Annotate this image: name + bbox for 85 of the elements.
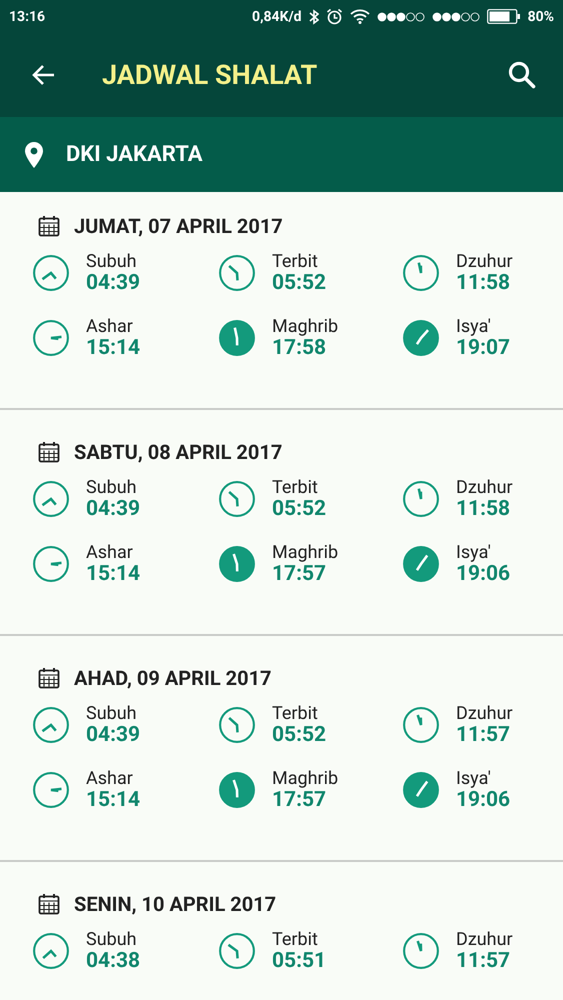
- prayer-name: Isya': [456, 542, 492, 563]
- battery-icon: [486, 9, 521, 24]
- date-heading: JUMAT, 07 APRIL 2017: [74, 214, 283, 238]
- signal-icon: [432, 12, 480, 22]
- prayer-time: 04:39: [86, 498, 140, 521]
- status-time: 13:16: [9, 8, 46, 24]
- signal-icon: [376, 12, 425, 22]
- prayer-name: Dzuhur: [456, 478, 513, 498]
- clock-icon: [32, 319, 70, 358]
- clock-icon: [402, 319, 440, 358]
- bluetooth-icon: [308, 8, 319, 24]
- clock-icon: [32, 254, 70, 292]
- prayer-name: Isya': [456, 768, 492, 789]
- prayer-time: 11:57: [456, 950, 512, 973]
- clock-icon: [402, 771, 440, 810]
- location-name: DKI JAKARTA: [66, 142, 203, 167]
- clock-icon: [402, 932, 440, 970]
- calendar-icon: [38, 215, 60, 237]
- clock-icon: [402, 706, 440, 744]
- prayer-time: 05:52: [272, 724, 326, 747]
- screen-title: JADWAL SHALAT: [102, 59, 318, 91]
- prayer-time: 17:57: [272, 562, 326, 586]
- prayer-time: 17:57: [272, 788, 326, 812]
- clock-icon: [218, 480, 256, 518]
- prayer-time: 05:52: [272, 498, 326, 521]
- prayer-name: Ashar: [86, 542, 134, 563]
- prayer-time: 11:58: [456, 272, 512, 295]
- clock-icon: [218, 254, 256, 292]
- clock-icon: [32, 545, 70, 584]
- prayer-name: Subuh: [86, 478, 138, 498]
- prayer-name: Subuh: [86, 252, 138, 272]
- prayer-name: Ashar: [86, 316, 134, 337]
- clock-icon: [32, 706, 70, 744]
- date-heading: AHAD, 09 APRIL 2017: [74, 666, 272, 690]
- clock-icon: [402, 480, 440, 518]
- prayer-time: 17:58: [272, 336, 326, 360]
- network-speed: 0,84K/d: [252, 8, 302, 24]
- search-icon: [507, 60, 537, 90]
- prayer-time: 05:52: [272, 272, 326, 295]
- clock-icon: [218, 706, 256, 744]
- prayer-name: Terbit: [272, 930, 319, 950]
- clock-icon: [402, 545, 440, 584]
- prayer-name: Dzuhur: [456, 930, 513, 950]
- clock-icon: [32, 480, 70, 518]
- prayer-time: 19:06: [456, 562, 510, 586]
- prayer-name: Maghrib: [272, 768, 338, 789]
- prayer-name: Maghrib: [272, 316, 338, 337]
- location-pin-icon: [24, 140, 44, 168]
- prayer-time: 05:51: [272, 950, 326, 973]
- prayer-name: Subuh: [86, 704, 138, 724]
- calendar-icon: [38, 667, 60, 689]
- clock-icon: [218, 545, 256, 584]
- prayer-name: Isya': [456, 316, 492, 337]
- clock-icon: [32, 932, 70, 970]
- calendar-icon: [38, 441, 60, 463]
- calendar-icon: [38, 893, 60, 915]
- prayer-time: 11:57: [456, 724, 512, 747]
- prayer-time: 15:14: [86, 562, 140, 586]
- prayer-name: Terbit: [272, 478, 319, 498]
- clock-icon: [218, 771, 256, 810]
- alarm-icon: [326, 8, 343, 25]
- clock-icon: [32, 771, 70, 810]
- prayer-name: Dzuhur: [456, 252, 513, 272]
- prayer-name: Maghrib: [272, 542, 338, 563]
- wifi-icon: [350, 9, 370, 24]
- prayer-name: Terbit: [272, 252, 319, 272]
- battery-percent: 80%: [528, 8, 554, 24]
- prayer-time: 04:39: [86, 272, 140, 295]
- prayer-time: 11:58: [456, 498, 512, 521]
- prayer-name: Terbit: [272, 704, 319, 724]
- clock-icon: [218, 319, 256, 358]
- date-heading: SENIN, 10 APRIL 2017: [74, 892, 276, 916]
- prayer-time: 19:07: [456, 336, 510, 360]
- date-heading: SABTU, 08 APRIL 2017: [74, 440, 282, 464]
- prayer-time: 04:38: [86, 950, 140, 973]
- prayer-name: Subuh: [86, 930, 138, 950]
- prayer-time: 15:14: [86, 336, 140, 360]
- prayer-name: Dzuhur: [456, 704, 513, 724]
- prayer-time: 15:14: [86, 788, 140, 812]
- clock-icon: [402, 254, 440, 292]
- prayer-time: 04:39: [86, 724, 140, 747]
- prayer-time: 19:06: [456, 788, 510, 812]
- location-bar[interactable]: DKI JAKARTA: [0, 117, 563, 192]
- clock-icon: [218, 932, 256, 970]
- prayer-name: Ashar: [86, 768, 134, 789]
